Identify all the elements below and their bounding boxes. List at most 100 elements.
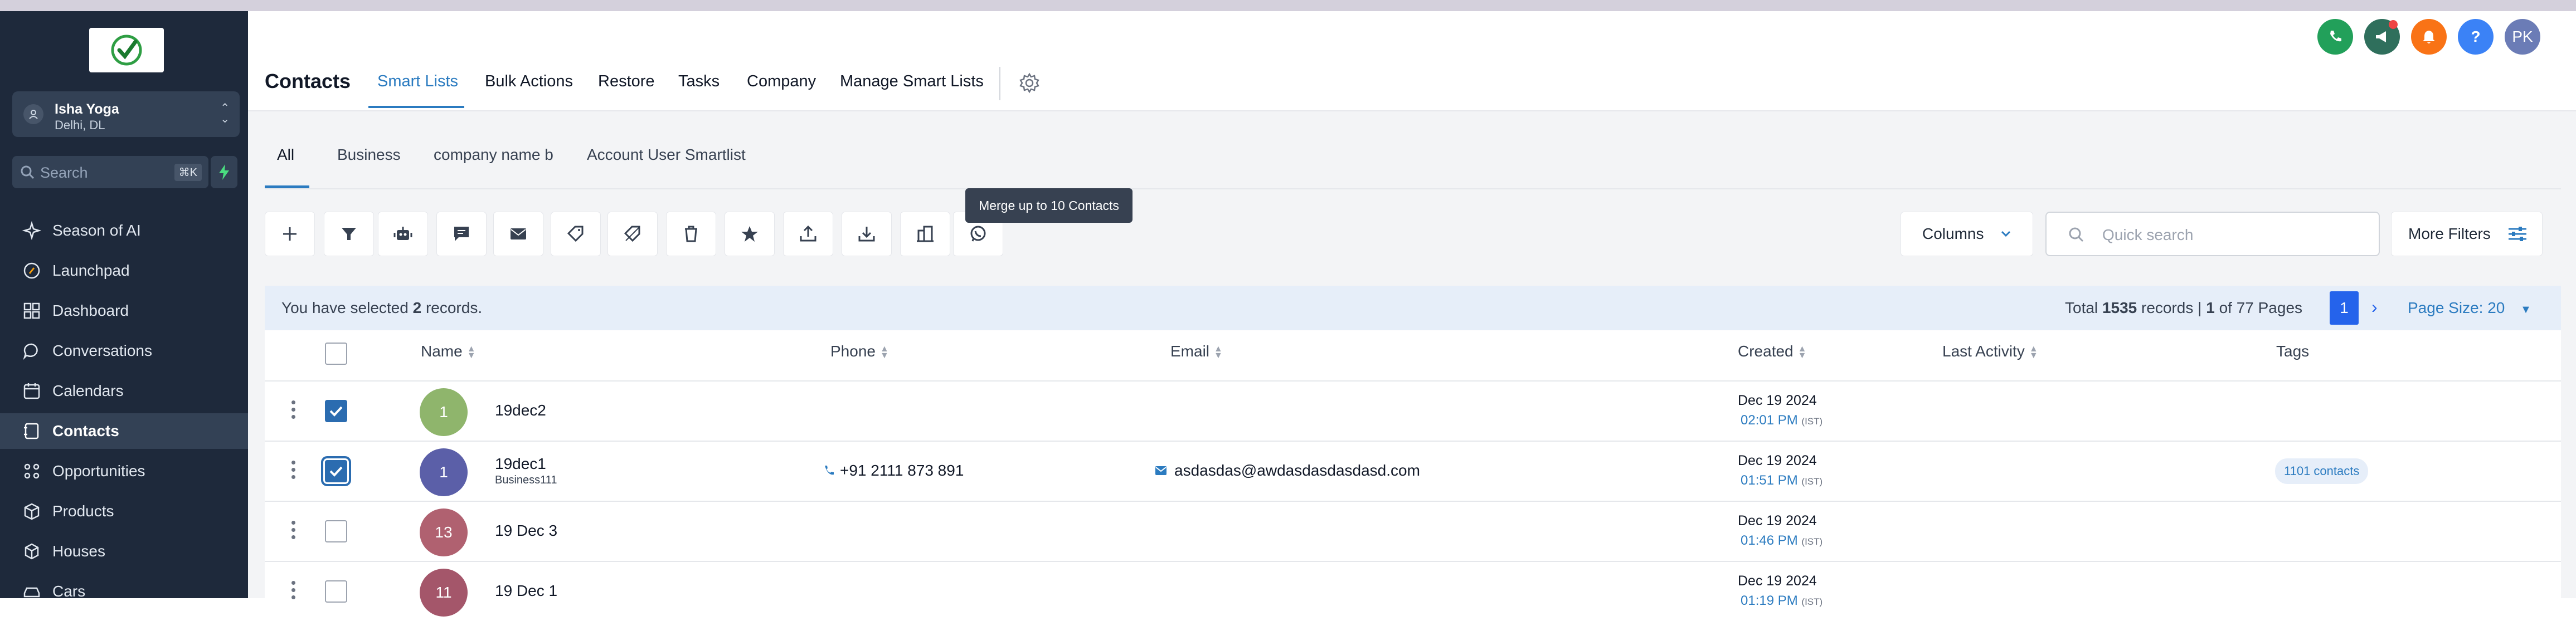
tag-chip[interactable]: 1101 contacts [2275,458,2369,484]
notification-dot [2389,20,2398,29]
active-tab-indicator [368,106,464,108]
table-row[interactable]: 11 19 Dec 1 Dec 19 2024 01:19 PM (IST) [265,561,2561,621]
row-checkbox[interactable] [321,456,351,486]
export-button[interactable] [783,212,833,256]
user-icon [29,110,38,119]
tab-manage-smart-lists[interactable]: Manage Smart Lists [840,72,984,91]
table-row[interactable]: 1 19dec1 Business111 +91 2111 873 891 as… [265,441,2561,501]
filter-button[interactable] [324,212,374,256]
automation-button[interactable] [378,212,428,256]
contact-name[interactable]: 19dec2 [495,402,546,419]
import-button[interactable] [842,212,892,256]
plus-icon [283,227,297,241]
sidebar-item-calendars[interactable]: Calendars [0,373,248,409]
quick-search-placeholder: Quick search [2102,226,2194,243]
subtab-all[interactable]: All [277,146,294,164]
help-button[interactable]: ? [2458,19,2494,55]
sidebar-item-conversations[interactable]: Conversations [0,333,248,369]
user-avatar[interactable]: PK [2505,19,2540,55]
upload-icon [800,225,816,242]
more-filters-button[interactable]: More Filters [2391,212,2543,256]
table-row[interactable]: 1 19dec2 Dec 19 2024 02:01 PM (IST) [265,380,2561,441]
created-date: Dec 19 2024 [1738,453,1817,468]
send-sms-button[interactable] [436,212,487,256]
remove-tag-button[interactable] [607,212,658,256]
app-frame: Isha Yoga Delhi, DL ⌃ ⌄ Search ⌘K Season … [0,0,2576,617]
sidebar-item-label: Contacts [52,422,119,439]
quick-action-button[interactable] [211,156,237,188]
row-menu-icon[interactable] [291,521,296,543]
column-header-phone[interactable]: Phone ▲ ▼ [830,343,889,360]
add-tag-button[interactable] [551,212,601,256]
table-row[interactable]: 13 19 Dec 3 Dec 19 2024 01:46 PM (IST) [265,501,2561,561]
tab-tasks[interactable]: Tasks [678,72,720,91]
building-icon [917,226,934,242]
column-header-last-activity[interactable]: Last Activity ▲ ▼ [1942,343,2038,360]
avatar: 1 [420,388,468,436]
tab-smart-lists[interactable]: Smart Lists [377,72,458,91]
delete-button[interactable] [666,212,716,256]
sidebar-item-opportunities[interactable]: Opportunities [0,453,248,489]
column-header-email[interactable]: Email ▲ ▼ [1170,343,1223,360]
row-menu-icon[interactable] [291,581,296,603]
row-checkbox[interactable] [325,400,347,422]
chevron-right-icon[interactable]: › [2371,297,2378,317]
merge-tooltip: Merge up to 10 Contacts [965,188,1133,223]
timezone: (IST) [1801,536,1823,547]
tab-restore[interactable]: Restore [598,72,655,91]
send-email-button[interactable] [493,212,543,256]
sidebar-item-contacts[interactable]: Contacts [0,413,248,449]
contact-name[interactable]: 19 Dec 3 [495,522,557,540]
row-checkbox[interactable] [325,580,347,603]
select-all-checkbox[interactable] [325,343,347,365]
tab-company[interactable]: Company [747,72,816,91]
star-icon [741,226,758,242]
page-header: Contacts Smart Lists Bulk Actions Restor… [248,11,2576,111]
column-header-tags[interactable]: Tags [2276,343,2309,360]
sidebar-item-launchpad[interactable]: Launchpad [0,253,248,289]
sidebar-item-season-of-ai[interactable]: Season of AI [0,213,248,248]
search-placeholder: Search [40,164,88,181]
row-menu-icon[interactable] [291,400,296,423]
header-divider [999,67,1000,100]
sort-icon: ▲ ▼ [1214,344,1223,360]
subtab-account-user-smartlist[interactable]: Account User Smartlist [587,146,746,164]
page-size-dropdown[interactable]: Page Size: 20 ▼ [2408,299,2531,317]
sort-icon: ▲ ▼ [1797,344,1807,360]
sidebar-item-cars[interactable]: Cars [0,574,248,609]
row-menu-icon[interactable] [291,461,296,483]
check-icon [329,406,343,417]
column-header-created[interactable]: Created ▲ ▼ [1738,343,1806,360]
contact-name[interactable]: 19dec1 [495,455,546,473]
tab-bulk-actions[interactable]: Bulk Actions [485,72,573,91]
email-address[interactable]: asdasdas@awdasdasdasdasd.com [1174,462,1420,480]
announcements-button[interactable] [2364,19,2400,55]
subtab-company-name-b[interactable]: company name b [434,146,553,164]
phone-call-button[interactable] [2317,19,2353,55]
created-time: 01:51 PM (IST) [1741,473,1822,488]
sidebar-search[interactable]: Search ⌘K [12,156,208,188]
add-to-favorites-button[interactable] [725,212,775,256]
subtab-business[interactable]: Business [337,146,401,164]
gear-icon[interactable] [1019,72,1040,94]
column-header-name[interactable]: Name ▲ ▼ [421,343,476,360]
sidebar-item-dashboard[interactable]: Dashboard [0,293,248,329]
timezone: (IST) [1801,416,1823,427]
sidebar-item-products[interactable]: Products [0,493,248,529]
company-logo[interactable] [89,28,164,72]
search-icon [2069,227,2084,242]
current-page-button[interactable]: 1 [2330,291,2359,325]
location-switcher[interactable]: Isha Yoga Delhi, DL ⌃ ⌄ [12,91,240,137]
add-to-company-button[interactable] [900,212,950,256]
created-date: Dec 19 2024 [1738,513,1817,529]
sidebar-item-houses[interactable]: Houses [0,534,248,569]
columns-dropdown[interactable]: Columns [1901,212,2033,256]
search-icon [21,165,35,179]
add-contact-button[interactable] [265,212,315,256]
contact-name[interactable]: 19 Dec 1 [495,582,557,600]
quick-search-input[interactable]: Quick search [2045,212,2380,256]
phone-number[interactable]: +91 2111 873 891 [840,462,964,480]
notifications-button[interactable] [2411,19,2447,55]
header-label: Email [1170,343,1210,360]
row-checkbox[interactable] [325,520,347,542]
